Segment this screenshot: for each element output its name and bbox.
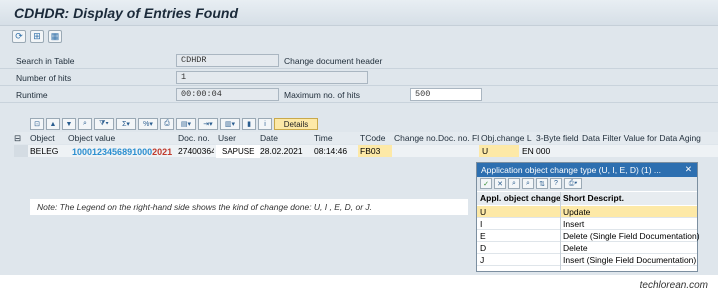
cell-object-value: 10001234568910002021 bbox=[72, 147, 172, 157]
cell-user: SAPUSE bbox=[216, 145, 260, 158]
info-icon[interactable]: i bbox=[258, 118, 272, 130]
max-hits-label: Maximum no. of hits bbox=[284, 90, 361, 100]
popup-code: E bbox=[480, 231, 486, 241]
watermark: techlorean.com bbox=[639, 280, 708, 291]
sum-dropdown-icon[interactable]: Σ▾ bbox=[116, 118, 136, 130]
application-toolbar: ⟳ ⊞ ▦ bbox=[12, 30, 62, 43]
cell-object: BELEG bbox=[30, 146, 59, 156]
value-part-a: 1000 bbox=[72, 147, 93, 157]
popup-desc: Insert (Single Field Documentation) bbox=[563, 255, 697, 265]
layout-dropdown-icon[interactable]: ▥▾ bbox=[220, 118, 240, 130]
cancel-icon[interactable]: ✕ bbox=[494, 178, 506, 189]
details-button[interactable]: Details bbox=[274, 118, 318, 130]
select-all-icon[interactable]: ⊟ bbox=[14, 133, 21, 144]
popup-desc: Delete (Single Field Documentation) bbox=[563, 231, 700, 241]
help-icon[interactable]: ? bbox=[550, 178, 562, 189]
cell-tcode: FB03 bbox=[358, 145, 392, 157]
col-tcode[interactable]: TCode bbox=[360, 133, 386, 143]
alv-toolbar: ⊡ ▲ ▼ ⌕ ⧩▾ Σ▾ %▾ ⎙ ▤▾ ⇥▾ ▥▾ ▮ i Details bbox=[30, 118, 318, 131]
graphic-icon[interactable]: ▮ bbox=[242, 118, 256, 130]
sap-window: CDHDR: Display of Entries Found ⟳ ⊞ ▦ Se… bbox=[0, 0, 718, 275]
cell-time: 08:14:46 bbox=[314, 146, 348, 156]
search-table-field[interactable]: CDHDR bbox=[176, 54, 279, 67]
popup-col-desc[interactable]: Short Descript. bbox=[563, 193, 624, 203]
col-time[interactable]: Time bbox=[314, 133, 333, 143]
details-label: Details bbox=[283, 119, 309, 129]
export-dropdown-icon[interactable]: ⇥▾ bbox=[198, 118, 218, 130]
table-icon[interactable]: ▦ bbox=[48, 30, 62, 43]
filter-dropdown-icon[interactable]: ⧩▾ bbox=[94, 118, 114, 130]
cell-doc-no: 27400364 bbox=[178, 146, 214, 156]
cell-date: 28.02.2021 bbox=[260, 146, 303, 156]
print-icon[interactable]: ⎙ bbox=[160, 118, 174, 130]
change-type-popup: Application object change type (U, I, E,… bbox=[476, 162, 700, 272]
cell-obj-change: U bbox=[479, 145, 519, 157]
col-3byte[interactable]: 3-Byte field bbox=[536, 133, 579, 143]
sort-icon[interactable]: ⇅ bbox=[536, 178, 548, 189]
hits-field: 1 bbox=[176, 71, 368, 84]
popup-row-insert[interactable]: I Insert bbox=[477, 218, 697, 230]
popup-title: Application object change type (U, I, E,… bbox=[481, 165, 661, 175]
cell-lang: EN bbox=[522, 146, 534, 156]
popup-desc: Update bbox=[563, 207, 591, 217]
runtime-field: 00:00:04 bbox=[176, 88, 279, 101]
search-table-row: Search in Table CDHDR Change document he… bbox=[0, 53, 718, 69]
col-obj-change[interactable]: Obj.change L bbox=[481, 133, 532, 143]
col-object-value[interactable]: Object value bbox=[68, 133, 115, 143]
popup-title-bar: Application object change type (U, I, E,… bbox=[477, 163, 697, 177]
refresh-icon[interactable]: ⟳ bbox=[12, 30, 26, 43]
grid-header: ⊟ Object Object value Doc. no. User Date… bbox=[14, 132, 718, 144]
print-dropdown-icon[interactable]: ⎙▾ bbox=[564, 178, 582, 189]
popup-row-insert-single[interactable]: J Insert (Single Field Documentation) bbox=[477, 254, 697, 266]
runtime-label: Runtime bbox=[16, 90, 48, 100]
filter-icon[interactable]: ⊞ bbox=[30, 30, 44, 43]
col-doc-no[interactable]: Doc. no. bbox=[178, 133, 210, 143]
find-next-icon[interactable]: ⌕ bbox=[522, 178, 534, 189]
col-user[interactable]: User bbox=[218, 133, 236, 143]
runtime-row: Runtime 00:00:04 Maximum no. of hits 500 bbox=[0, 87, 718, 103]
cell-3byte: 000 bbox=[536, 146, 551, 156]
popup-row-delete-single[interactable]: E Delete (Single Field Documentation) bbox=[477, 230, 700, 242]
col-doc-no-fl[interactable]: Doc. no. Fl bbox=[438, 133, 479, 143]
popup-row-update[interactable]: U Update bbox=[477, 206, 697, 218]
table-description: Change document header bbox=[284, 56, 383, 66]
sort-down-icon[interactable]: ▼ bbox=[62, 118, 76, 130]
find-icon[interactable]: ⌕ bbox=[78, 118, 92, 130]
value-part-c: 2021 bbox=[152, 147, 173, 157]
row-selector[interactable] bbox=[14, 145, 28, 157]
close-icon[interactable]: ✕ bbox=[685, 164, 692, 175]
popup-code: I bbox=[480, 219, 483, 229]
popup-col-code[interactable]: Appl. object change bbox=[480, 193, 561, 203]
col-change-no[interactable]: Change no. bbox=[394, 133, 438, 143]
subtotal-dropdown-icon[interactable]: %▾ bbox=[138, 118, 158, 130]
popup-toolbar: ✓ ✕ ⌕ ⌕ ⇅ ? ⎙▾ bbox=[477, 177, 697, 191]
popup-code: U bbox=[480, 207, 487, 217]
search-table-label: Search in Table bbox=[16, 56, 75, 66]
hits-label: Number of hits bbox=[16, 73, 72, 83]
col-date[interactable]: Date bbox=[260, 133, 278, 143]
popup-code: D bbox=[480, 243, 487, 253]
table-row[interactable]: BELEG 10001234568910002021 27400364 SAPU… bbox=[14, 145, 718, 158]
max-hits-field[interactable]: 500 bbox=[410, 88, 482, 101]
col-object[interactable]: Object bbox=[30, 133, 55, 143]
popup-code: J bbox=[480, 255, 485, 265]
views-dropdown-icon[interactable]: ▤▾ bbox=[176, 118, 196, 130]
hits-row: Number of hits 1 bbox=[0, 70, 718, 86]
sort-up-icon[interactable]: ▲ bbox=[46, 118, 60, 130]
details-view-icon[interactable]: ⊡ bbox=[30, 118, 44, 130]
find-icon[interactable]: ⌕ bbox=[508, 178, 520, 189]
popup-desc: Delete bbox=[563, 243, 588, 253]
value-part-b: 123456891000 bbox=[92, 147, 153, 157]
popup-column-divider bbox=[560, 192, 561, 270]
popup-header: Appl. object change Short Descript. bbox=[477, 192, 697, 205]
title-bar: CDHDR: Display of Entries Found bbox=[0, 0, 718, 26]
popup-row-delete[interactable]: D Delete bbox=[477, 242, 697, 254]
check-icon[interactable]: ✓ bbox=[480, 178, 492, 189]
popup-desc: Insert bbox=[563, 219, 585, 229]
window-title: CDHDR: Display of Entries Found bbox=[14, 5, 239, 21]
legend-note: Note: The Legend on the right-hand side … bbox=[30, 199, 468, 215]
col-data-filter[interactable]: Data Filter Value for Data Aging bbox=[582, 133, 701, 143]
